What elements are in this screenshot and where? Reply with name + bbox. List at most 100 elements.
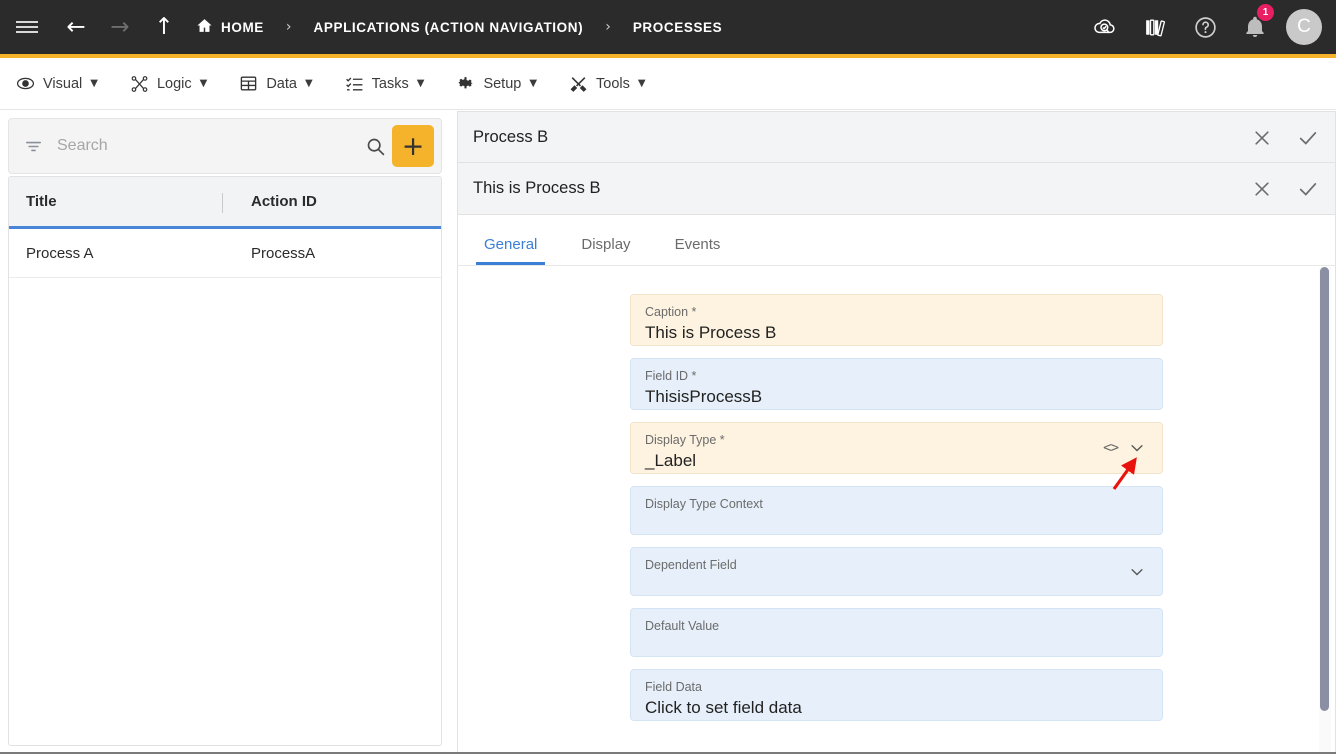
- table-grid-icon: [239, 74, 258, 93]
- field-caption-label: Caption *: [645, 305, 697, 319]
- dependent-field-chevron-down-icon[interactable]: [1126, 561, 1148, 583]
- menu-item-data[interactable]: Data ▼: [223, 58, 328, 110]
- chevron-down-icon: ▼: [529, 78, 538, 89]
- close-x-icon[interactable]: [1245, 172, 1279, 206]
- panel-actions-primary: [1245, 112, 1325, 164]
- field-dependent-field[interactable]: Dependent Field: [630, 547, 1163, 596]
- notification-badge: 1: [1257, 4, 1274, 21]
- chevron-down-icon: ▼: [416, 78, 425, 89]
- menu-label-visual: Visual: [43, 75, 83, 92]
- form-scrollbar-thumb[interactable]: [1320, 267, 1329, 711]
- menu-item-visual[interactable]: Visual ▼: [0, 58, 114, 110]
- home-icon: [196, 17, 213, 37]
- detail-panel: Process B This is Process B General Disp…: [457, 111, 1336, 754]
- general-form: Caption * This is Process B Field ID * T…: [457, 265, 1336, 754]
- top-bar-actions: 1 C: [1080, 0, 1328, 54]
- breadcrumb-item-processes[interactable]: PROCESSES: [629, 20, 726, 35]
- plus-icon: +: [401, 130, 425, 162]
- menu-item-tools[interactable]: Tools ▼: [553, 58, 662, 110]
- menu-label-logic: Logic: [156, 75, 192, 92]
- column-header-title[interactable]: Title: [9, 193, 229, 210]
- checklist-icon: [345, 74, 364, 93]
- tab-display[interactable]: Display: [573, 236, 638, 265]
- breadcrumb: HOME › APPLICATIONS (ACTION NAVIGATION) …: [192, 17, 726, 37]
- menu-item-tasks[interactable]: Tasks ▼: [329, 58, 441, 110]
- cell-title: Process A: [26, 244, 94, 262]
- filter-funnel-icon[interactable]: [23, 136, 43, 156]
- menu-label-data: Data: [266, 75, 297, 92]
- field-field-id[interactable]: Field ID * ThisisProcessB: [630, 358, 1163, 410]
- field-display-type[interactable]: Display Type * _Label <>: [630, 422, 1163, 474]
- field-display-type-label: Display Type *: [645, 433, 725, 447]
- eye-icon: [16, 74, 35, 93]
- main-menu-bar: Visual ▼ Logic ▼ Data ▼ Tasks ▼ Setup ▼ …: [0, 58, 1336, 149]
- help-icon[interactable]: [1180, 0, 1230, 54]
- field-caption[interactable]: Caption * This is Process B: [630, 294, 1163, 346]
- list-panel: + Title Action ID Process A ProcessA Tot…: [0, 111, 450, 754]
- chevron-down-icon: ▼: [90, 78, 98, 89]
- breadcrumb-label-applications: APPLICATIONS (ACTION NAVIGATION): [313, 19, 584, 35]
- panel-actions-secondary: [1245, 163, 1325, 215]
- field-display-type-context[interactable]: Display Type Context: [630, 486, 1163, 535]
- breadcrumb-label-processes: PROCESSES: [632, 19, 723, 35]
- application-window: ← → ↑ HOME › APPLICATIONS (ACTION NAVIGA…: [0, 0, 1336, 754]
- cloud-check-icon[interactable]: [1080, 0, 1130, 54]
- field-field-id-label: Field ID *: [645, 369, 697, 383]
- form-scrollbar[interactable]: [1319, 267, 1331, 752]
- back-navigation-icon[interactable]: ←: [54, 0, 98, 54]
- panel-header-primary: Process B: [457, 111, 1336, 163]
- grid-header-row: Title Action ID: [9, 177, 441, 229]
- add-record-button[interactable]: +: [392, 125, 434, 167]
- panel-header-secondary: This is Process B: [457, 163, 1336, 215]
- column-header-action-id[interactable]: Action ID: [229, 193, 441, 210]
- search-input[interactable]: [55, 136, 358, 156]
- field-display-type-value: _Label: [645, 451, 697, 470]
- menu-label-setup: Setup: [483, 75, 522, 92]
- table-row[interactable]: Process A ProcessA: [9, 229, 441, 278]
- display-type-chevron-down-icon[interactable]: [1126, 437, 1148, 459]
- tab-events[interactable]: Events: [667, 236, 729, 265]
- column-divider: [222, 193, 223, 213]
- breadcrumb-separator: ›: [285, 19, 292, 35]
- menu-label-tools: Tools: [596, 75, 630, 92]
- field-field-data-label: Field Data: [645, 680, 702, 694]
- tab-general[interactable]: General: [476, 236, 546, 265]
- chevron-down-icon: ▼: [199, 78, 208, 89]
- breadcrumb-separator: ›: [605, 19, 611, 35]
- field-display-type-context-label: Display Type Context: [645, 497, 763, 511]
- field-field-id-value: ThisisProcessB: [645, 387, 763, 406]
- check-icon[interactable]: [1291, 172, 1325, 206]
- field-dependent-field-value: [645, 573, 1148, 579]
- field-default-value[interactable]: Default Value: [630, 608, 1163, 657]
- gear-icon: [456, 74, 475, 93]
- breadcrumb-label-home: HOME: [221, 19, 264, 35]
- menu-item-logic[interactable]: Logic ▼: [114, 58, 223, 110]
- field-display-type-context-value: [645, 512, 1148, 518]
- field-field-data[interactable]: Field Data Click to set field data: [630, 669, 1163, 721]
- magnifier-icon[interactable]: [358, 136, 392, 157]
- field-field-data-value: Click to set field data: [645, 698, 802, 717]
- top-navigation-bar: ← → ↑ HOME › APPLICATIONS (ACTION NAVIGA…: [0, 0, 1336, 54]
- wrench-screwdriver-icon: [569, 74, 588, 93]
- close-x-icon[interactable]: [1245, 121, 1279, 155]
- field-caption-value: This is Process B: [645, 323, 777, 342]
- library-books-icon[interactable]: [1130, 0, 1180, 54]
- cell-action-id: ProcessA: [251, 244, 316, 262]
- up-navigation-icon[interactable]: ↑: [142, 0, 186, 54]
- notifications-bell-icon[interactable]: 1: [1230, 0, 1280, 54]
- forward-navigation-icon[interactable]: →: [98, 0, 142, 54]
- chevron-down-icon: ▼: [637, 78, 646, 89]
- avatar[interactable]: C: [1286, 9, 1322, 45]
- panel-title-process: Process B: [473, 127, 549, 146]
- field-default-value-value: [645, 634, 1148, 640]
- menu-item-setup[interactable]: Setup ▼: [440, 58, 553, 110]
- menu-label-tasks: Tasks: [371, 75, 409, 92]
- flow-nodes-icon: [130, 74, 149, 93]
- code-brackets-icon[interactable]: <>: [1103, 440, 1119, 456]
- hamburger-menu-icon[interactable]: [0, 0, 54, 54]
- check-icon[interactable]: [1291, 121, 1325, 155]
- panel-title-field: This is Process B: [473, 179, 601, 197]
- field-dependent-field-label: Dependent Field: [645, 558, 737, 572]
- breadcrumb-item-applications[interactable]: APPLICATIONS (ACTION NAVIGATION): [310, 20, 588, 35]
- breadcrumb-item-home[interactable]: HOME: [192, 17, 268, 37]
